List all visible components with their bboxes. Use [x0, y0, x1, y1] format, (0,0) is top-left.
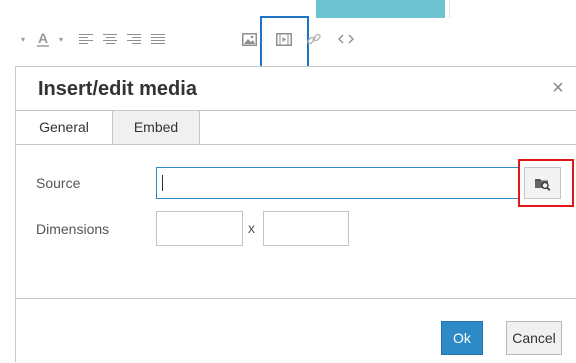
link-icon — [307, 33, 321, 45]
cancel-button[interactable]: Cancel — [506, 321, 562, 355]
code-icon — [338, 34, 354, 44]
link-button[interactable] — [305, 28, 323, 50]
source-label: Source — [36, 175, 81, 191]
align-center-button[interactable] — [100, 28, 120, 50]
dimensions-separator: x — [248, 220, 255, 236]
editor-toolbar: ▾ A ▾ — [0, 0, 576, 68]
tab-general[interactable]: General — [16, 111, 113, 144]
align-justify-icon — [151, 33, 165, 45]
font-color-button[interactable]: A — [34, 28, 52, 50]
dimensions-label: Dimensions — [36, 221, 110, 237]
chevron-down-icon[interactable]: ▾ — [18, 28, 28, 50]
toolbar-divider — [449, 0, 450, 18]
source-code-button[interactable] — [336, 28, 356, 50]
media-button-highlight — [260, 16, 309, 68]
align-center-icon — [103, 33, 117, 45]
width-input[interactable] — [156, 211, 243, 246]
align-justify-button[interactable] — [148, 28, 168, 50]
tab-embed[interactable]: Embed — [113, 111, 200, 144]
close-icon[interactable]: × — [548, 78, 568, 98]
dialog-header: Insert/edit media × — [16, 67, 576, 111]
align-right-button[interactable] — [124, 28, 144, 50]
browse-button-highlight — [518, 159, 574, 207]
font-color-icon: A — [36, 30, 50, 47]
align-left-icon — [79, 33, 93, 45]
height-input[interactable] — [263, 211, 349, 246]
dialog-footer: Ok Cancel — [16, 298, 576, 363]
toolbar-accent-bar — [316, 0, 445, 18]
align-left-button[interactable] — [76, 28, 96, 50]
align-right-icon — [127, 33, 141, 45]
dialog-tabs: General Embed — [16, 111, 576, 145]
ok-button[interactable]: Ok — [441, 321, 483, 355]
source-input[interactable] — [156, 167, 520, 199]
text-caret — [162, 175, 163, 191]
image-icon — [241, 32, 257, 46]
image-button[interactable] — [240, 28, 258, 50]
insert-media-dialog: Insert/edit media × General Embed Source… — [15, 66, 576, 363]
dialog-title: Insert/edit media — [38, 78, 197, 100]
chevron-down-icon[interactable]: ▾ — [56, 28, 66, 50]
